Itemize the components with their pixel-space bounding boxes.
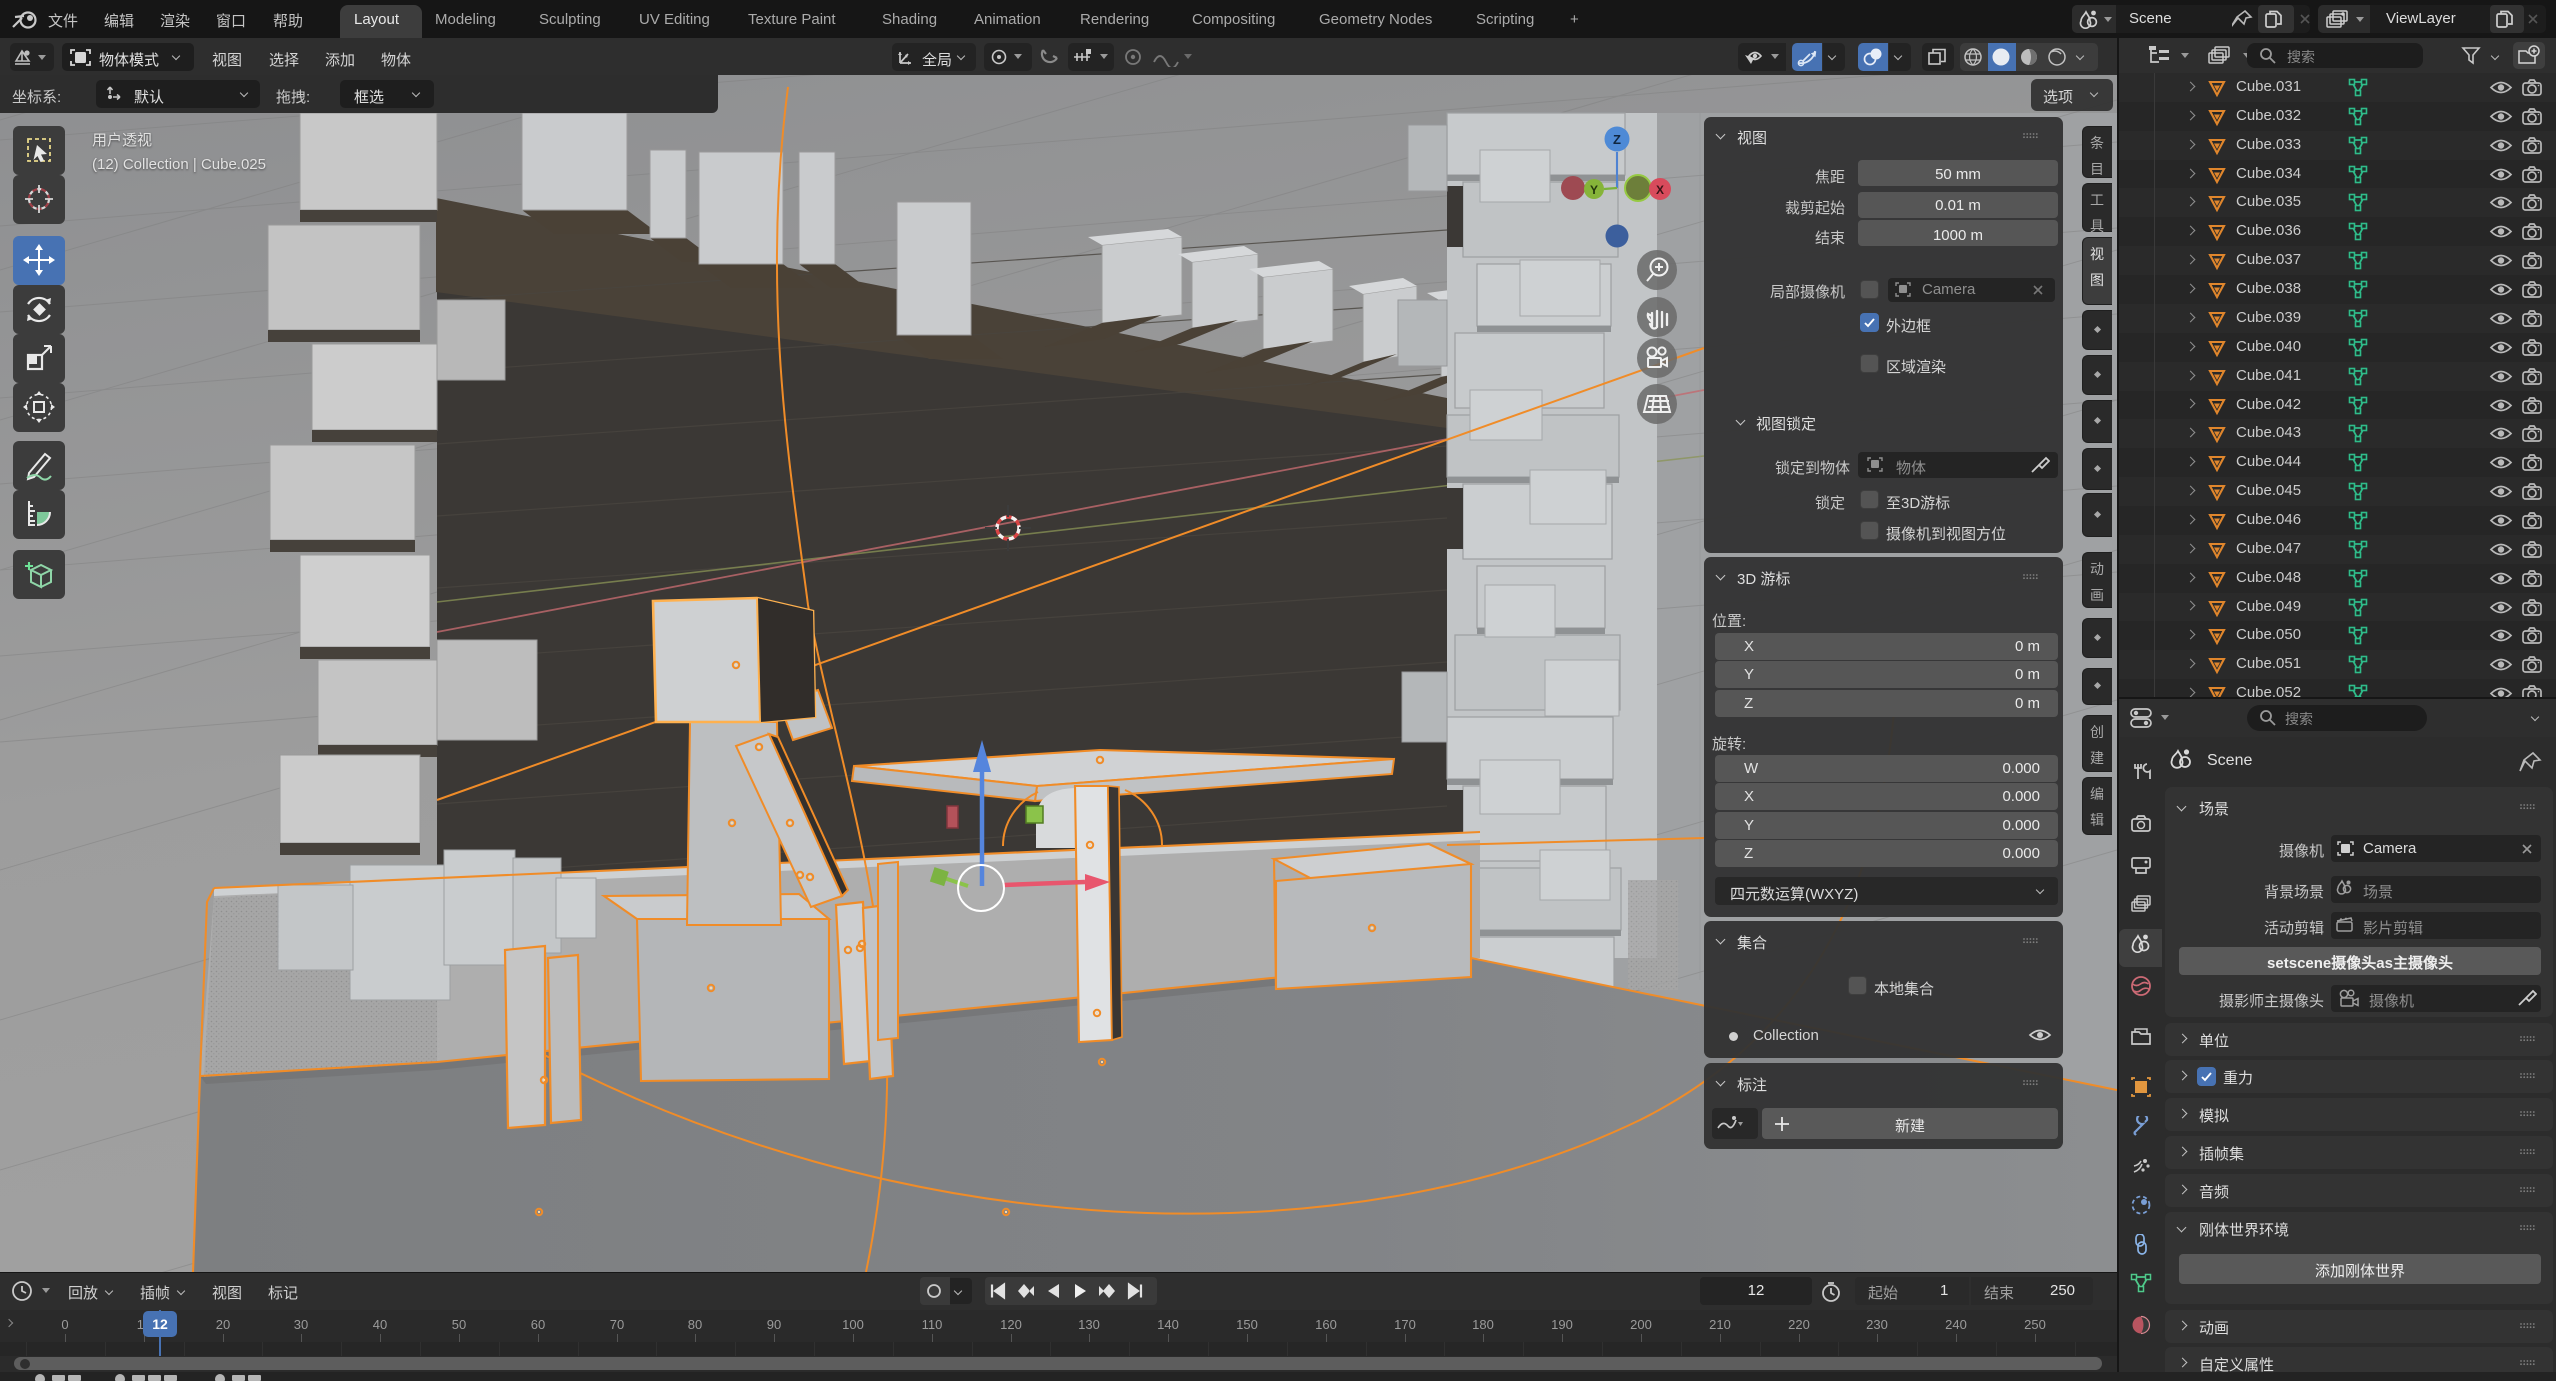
svg-text:Z: Z <box>1613 132 1621 147</box>
